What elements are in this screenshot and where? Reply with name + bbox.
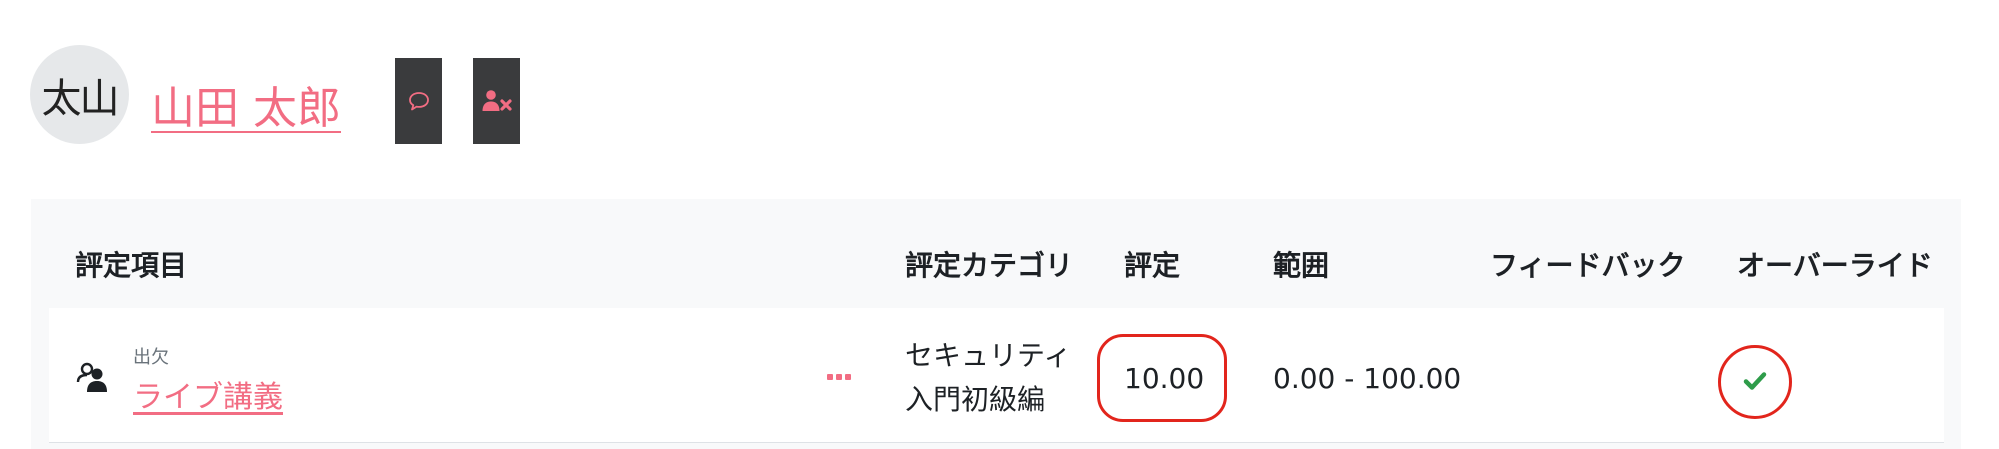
actions-menu-button[interactable] [825, 363, 853, 391]
check-icon [1743, 372, 1767, 390]
dot [845, 374, 851, 380]
grade-value: 10.00 [1124, 362, 1205, 395]
attendance-icon [76, 362, 107, 392]
message-button[interactable] [395, 58, 442, 144]
unenrol-button[interactable] [473, 58, 520, 144]
user-name-link[interactable]: 山田 太郎 [151, 72, 341, 136]
range-value: 0.00 - 100.00 [1273, 362, 1462, 395]
header-feedback: フィードバック [1490, 249, 1686, 282]
dot [827, 374, 833, 380]
category-cell: セキュリティ 入門初級編 [905, 334, 1071, 422]
user-remove-icon [482, 90, 512, 111]
category-line-2: 入門初級編 [905, 383, 1046, 416]
header-grade-item: 評定項目 [75, 249, 188, 282]
item-type-label: 出欠 [133, 347, 169, 368]
header-category: 評定カテゴリ [905, 249, 1074, 282]
header-grade: 評定 [1124, 249, 1181, 282]
grade-item-link[interactable]: ライブ講義 [133, 372, 283, 416]
header-override: オーバーライド [1737, 249, 1933, 282]
speech-bubble-icon [408, 92, 429, 111]
avatar: 太山 [30, 45, 129, 144]
category-line-1: セキュリティ [905, 339, 1072, 372]
header-range: 範囲 [1273, 249, 1330, 282]
dot [836, 374, 842, 380]
